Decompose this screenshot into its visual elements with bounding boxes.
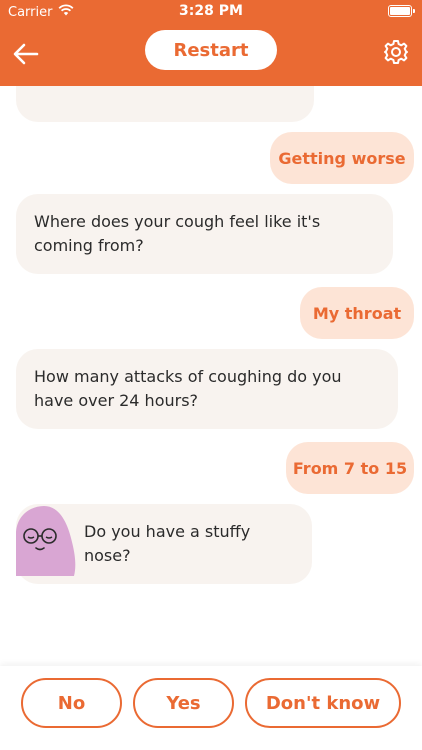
blob-character-icon xyxy=(16,506,76,576)
bot-message-text: Where does your cough feel like it's com… xyxy=(34,212,321,255)
user-message: Getting worse xyxy=(270,132,414,184)
answer-bar: No Yes Don't know xyxy=(0,666,422,750)
nav-bar: Restart xyxy=(0,22,422,86)
back-button[interactable] xyxy=(12,40,40,68)
bot-message-partial xyxy=(16,86,314,122)
status-time: 3:28 PM xyxy=(179,3,243,19)
dont-know-button[interactable]: Don't know xyxy=(245,678,401,728)
settings-button[interactable] xyxy=(382,38,410,66)
restart-button[interactable]: Restart xyxy=(145,30,277,70)
avatar xyxy=(16,504,76,576)
arrow-left-icon xyxy=(13,43,39,65)
bot-message: How many attacks of coughing do you have… xyxy=(16,349,398,429)
chat-area[interactable]: Getting worse Where does your cough feel… xyxy=(0,86,422,666)
status-bar: Carrier 3:28 PM xyxy=(0,0,422,22)
bot-message-text: Do you have a stuffy nose? xyxy=(84,522,251,565)
user-message-text: My throat xyxy=(312,303,402,323)
gear-icon xyxy=(384,40,408,64)
yes-button[interactable]: Yes xyxy=(133,678,234,728)
user-message-text: Getting worse xyxy=(278,148,406,168)
bot-message: Where does your cough feel like it's com… xyxy=(16,194,393,274)
no-button[interactable]: No xyxy=(21,678,122,728)
user-message: My throat xyxy=(300,287,414,339)
user-message-text: From 7 to 15 xyxy=(292,458,408,478)
battery-icon xyxy=(388,5,415,17)
user-message: From 7 to 15 xyxy=(286,442,414,494)
bot-message-text: How many attacks of coughing do you have… xyxy=(34,367,342,410)
